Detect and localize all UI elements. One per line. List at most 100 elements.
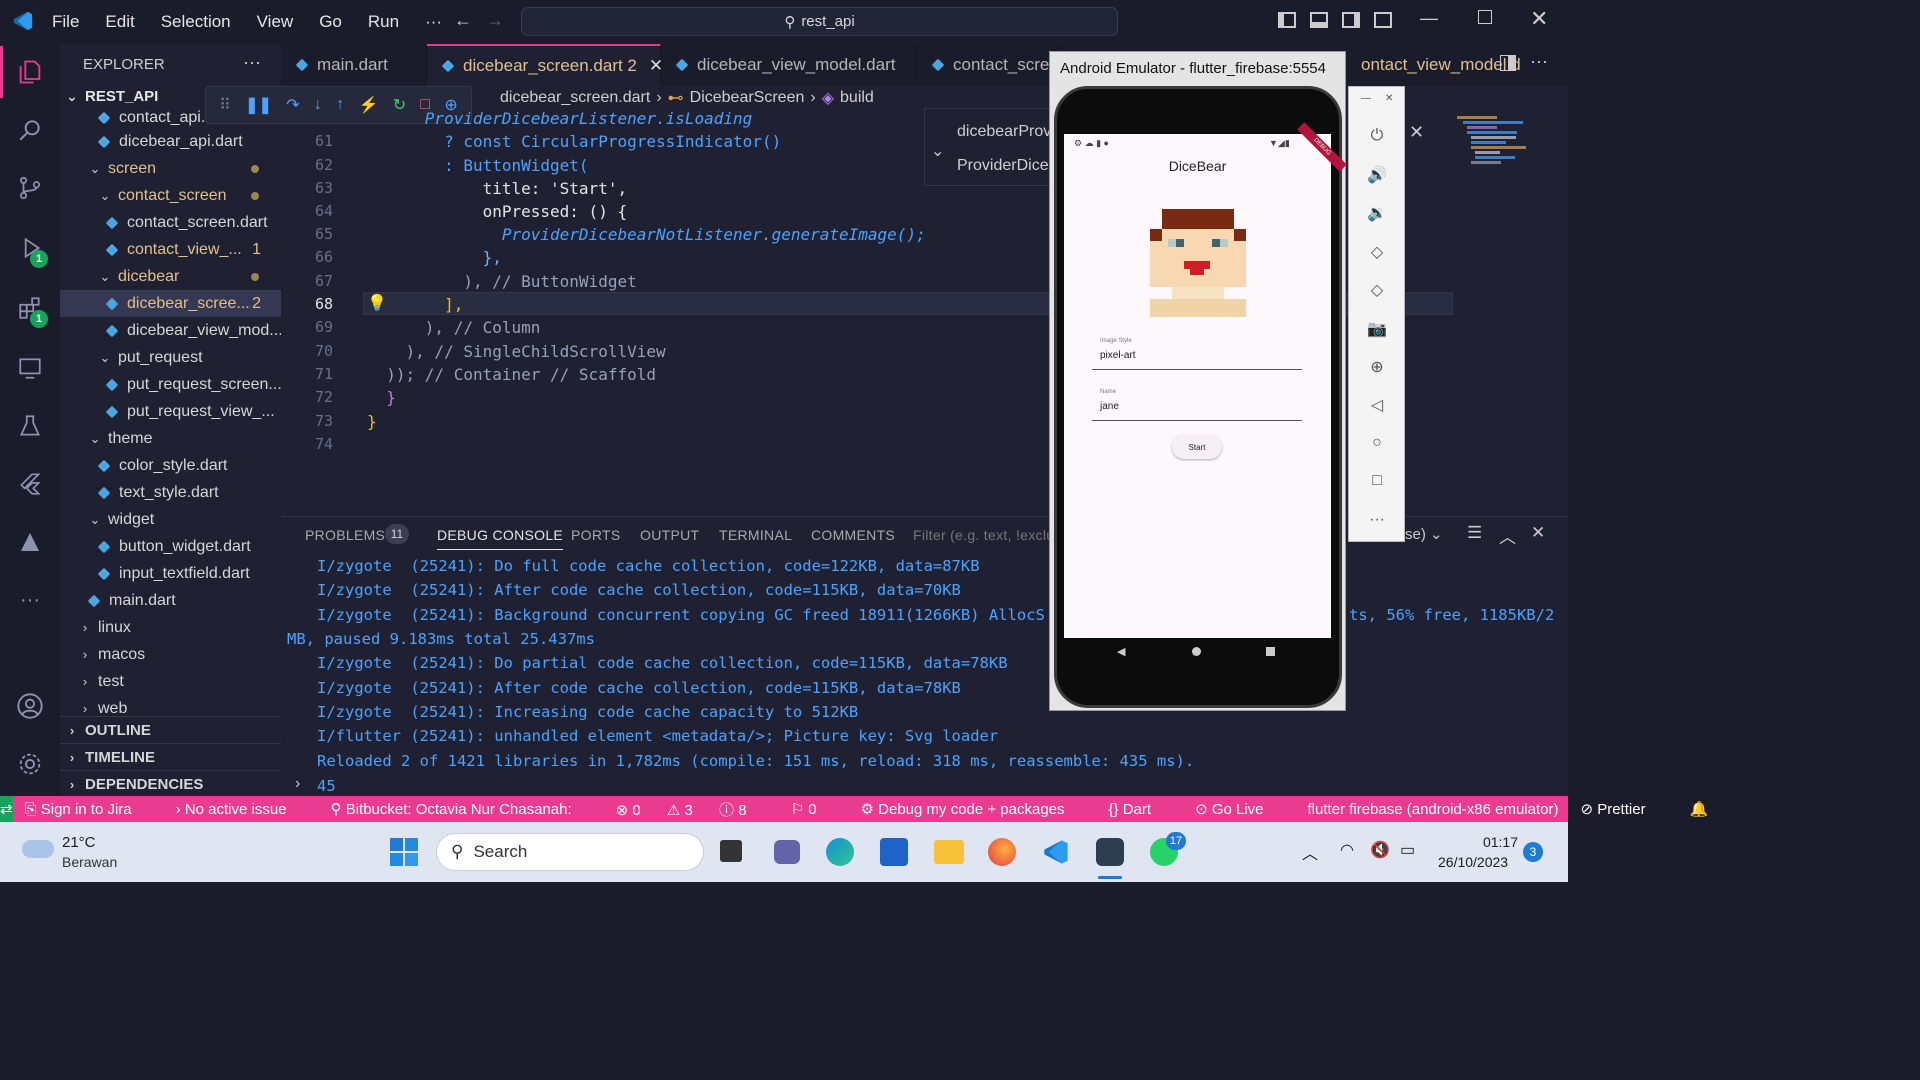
tree-folder[interactable]: › linux <box>60 614 281 641</box>
task-view-icon[interactable] <box>720 840 742 862</box>
image-style-field[interactable]: Image Style pixel-art <box>1092 332 1302 370</box>
toggle-secondary-sidebar-icon[interactable] <box>1342 12 1360 28</box>
back-arrow-icon[interactable]: ← <box>454 10 472 31</box>
tree-item[interactable]: contact_screen.dart <box>60 209 281 236</box>
close-window-icon[interactable]: ✕ <box>1530 6 1548 32</box>
menu-selection[interactable]: Selection <box>161 12 231 32</box>
split-editor-icon[interactable] <box>1500 55 1516 71</box>
tab-contact-screen[interactable]: contact_scree <box>917 44 1059 86</box>
store-icon[interactable] <box>880 838 908 866</box>
back-icon[interactable]: ◁ <box>1367 395 1387 415</box>
vscode-taskbar-icon[interactable] <box>1042 838 1070 866</box>
step-out-icon[interactable]: ↑ <box>336 96 344 114</box>
tab-terminal[interactable]: TERMINAL <box>719 527 792 543</box>
prettier-status[interactable]: ⊘ Prettier <box>1580 800 1667 818</box>
rotate-left-icon[interactable]: ◇ <box>1367 242 1387 262</box>
tab-dicebear-screen[interactable]: dicebear_screen.dart 2 ✕ <box>427 44 663 86</box>
tab-debug-console[interactable]: DEBUG CONSOLE <box>437 527 564 550</box>
notifications-bell-icon[interactable]: 🔔 <box>1690 800 1709 818</box>
close-panel-icon[interactable]: ✕ <box>1531 523 1545 543</box>
run-debug-icon[interactable]: 1 <box>0 222 60 274</box>
start-windows-icon[interactable] <box>390 838 418 866</box>
menu-more[interactable]: ··· <box>425 12 442 32</box>
accounts-icon[interactable] <box>0 680 60 732</box>
atlassian-icon[interactable] <box>0 516 60 568</box>
remote-explorer-icon[interactable] <box>0 342 60 394</box>
weather-cloud-icon[interactable] <box>22 840 54 858</box>
jira-issue[interactable]: › No active issue <box>176 801 309 818</box>
jira-sign-in[interactable]: ⎘ Sign in to Jira <box>25 801 154 818</box>
tree-item[interactable]: put_request_screen.... <box>60 371 281 398</box>
name-field[interactable]: Name jane <box>1092 383 1302 421</box>
extensions-icon[interactable]: 1 <box>0 282 60 334</box>
more-views-icon[interactable]: ··· <box>0 574 60 626</box>
console-select[interactable]: se) ⌄ <box>1405 525 1443 543</box>
remote-icon[interactable]: ⇄ <box>0 796 13 822</box>
firefox-icon[interactable] <box>988 838 1016 866</box>
tree-folder[interactable]: › macos <box>60 641 281 668</box>
close-peek-icon[interactable]: ✕ <box>1409 122 1424 143</box>
device-status[interactable]: flutter firebase (android-x86 emulator) <box>1308 801 1559 818</box>
tab-ports[interactable]: PORTS <box>571 527 620 543</box>
tree-folder[interactable]: ⌄ theme <box>60 425 281 452</box>
debug-mode-status[interactable]: ⚙ Debug my code + packages <box>861 800 1087 818</box>
tab-comments[interactable]: COMMENTS <box>811 527 895 543</box>
menu-go[interactable]: Go <box>319 12 342 32</box>
start-button[interactable]: Start <box>1172 435 1222 459</box>
problems-status[interactable]: ⊗ 0 ⚠ 3 ⓘ 8 <box>616 799 769 820</box>
step-over-icon[interactable]: ↷ <box>286 95 299 115</box>
menu-view[interactable]: View <box>257 12 294 32</box>
explorer-root[interactable]: ⌄ REST_API <box>65 88 159 105</box>
tree-item[interactable]: dicebear_view_mod... <box>60 317 281 344</box>
tree-folder[interactable]: ⌄ screen <box>60 155 281 182</box>
file-explorer-icon[interactable] <box>934 840 964 864</box>
tree-folder[interactable]: ⌄ put_request <box>60 344 281 371</box>
chevron-down-icon[interactable]: ⌄ <box>931 141 944 161</box>
rotate-right-icon[interactable]: ◇ <box>1367 280 1387 300</box>
emulator-minimize-icon[interactable]: — <box>1361 93 1371 104</box>
pause-icon[interactable]: ❚❚ <box>245 95 272 115</box>
tree-item[interactable]: input_textfield.dart <box>60 560 281 587</box>
peek-widget[interactable]: dicebearProvi ProviderDiceb ⌄ <box>924 108 1057 186</box>
tree-folder[interactable]: ⌄ dicebear <box>60 263 281 290</box>
language-status[interactable]: {} Dart <box>1109 801 1174 818</box>
bitbucket-status[interactable]: ⚲ Bitbucket: Octavia Nur Chasanah: <box>331 800 594 818</box>
android-recents-icon[interactable] <box>1266 647 1275 656</box>
source-control-icon[interactable] <box>0 162 60 214</box>
breadcrumb-class[interactable]: DicebearScreen <box>690 89 805 107</box>
step-into-icon[interactable]: ↓ <box>314 96 322 114</box>
android-studio-icon[interactable] <box>1096 838 1124 866</box>
explorer-more-icon[interactable]: ··· <box>243 52 261 73</box>
customize-layout-icon[interactable] <box>1374 12 1392 28</box>
volume-down-icon[interactable]: 🔉 <box>1367 203 1387 223</box>
battery-icon[interactable]: ▭ <box>1400 840 1415 860</box>
overview-icon[interactable]: □ <box>1367 472 1387 492</box>
dependencies-section[interactable]: › DEPENDENCIES <box>60 770 281 797</box>
clock-date[interactable]: 26/10/2023 <box>1438 854 1508 870</box>
taskbar-search[interactable]: ⚲ Search <box>436 833 704 871</box>
filter-input[interactable]: Filter (e.g. text, !exclu <box>913 527 1054 543</box>
tree-item[interactable]: color_style.dart <box>60 452 281 479</box>
timeline-section[interactable]: › TIMELINE <box>60 743 281 770</box>
tray-chevron-icon[interactable]: ︿ <box>1302 840 1318 864</box>
go-live-status[interactable]: ⊙ Go Live <box>1195 800 1285 818</box>
ports-status[interactable]: ⚐ 0 <box>791 800 839 818</box>
testing-icon[interactable] <box>0 400 60 452</box>
volume-up-icon[interactable]: 🔊 <box>1367 165 1387 185</box>
tree-item[interactable]: button_widget.dart <box>60 533 281 560</box>
outline-section[interactable]: › OUTLINE <box>60 716 281 743</box>
volume-muted-icon[interactable]: 🔇 <box>1370 840 1390 860</box>
tree-folder[interactable]: ⌄ widget <box>60 506 281 533</box>
clear-console-icon[interactable]: ☰ <box>1467 523 1482 543</box>
breadcrumb-method[interactable]: build <box>840 89 874 107</box>
tree-item[interactable]: contact_view_... 1 <box>60 236 281 263</box>
teams-icon[interactable] <box>774 840 800 864</box>
maximize-panel-icon[interactable]: ︿ <box>1499 523 1516 548</box>
menu-edit[interactable]: Edit <box>105 12 134 32</box>
forward-arrow-icon[interactable]: → <box>486 10 504 31</box>
settings-gear-icon[interactable] <box>0 738 60 790</box>
notification-badge[interactable]: 3 <box>1523 842 1543 862</box>
edge-icon[interactable] <box>826 838 854 866</box>
flutter-icon[interactable] <box>0 458 60 510</box>
minimize-icon[interactable]: — <box>1420 8 1438 29</box>
